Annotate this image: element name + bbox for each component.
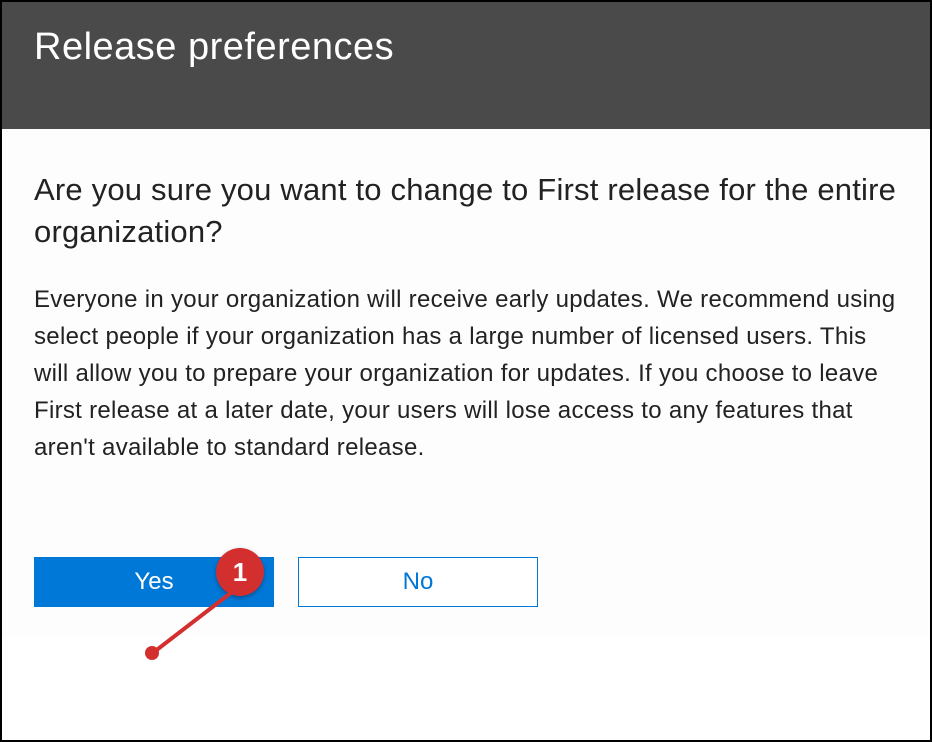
dialog-title: Release preferences (34, 26, 898, 69)
no-button[interactable]: No (298, 557, 538, 607)
yes-button[interactable]: Yes (34, 557, 274, 607)
button-row: Yes No (34, 557, 898, 607)
dialog-content: Are you sure you want to change to First… (2, 129, 930, 637)
confirmation-question: Are you sure you want to change to First… (34, 169, 898, 253)
dialog-header: Release preferences (2, 2, 930, 129)
confirmation-description: Everyone in your organization will recei… (34, 281, 898, 467)
callout-dot (145, 646, 159, 660)
